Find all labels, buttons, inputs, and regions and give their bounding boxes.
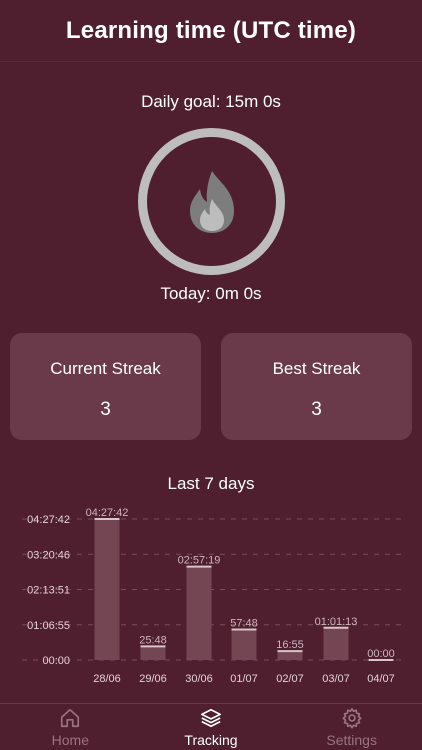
bar (94, 519, 120, 660)
bar (140, 646, 166, 660)
app-header: Learning time (UTC time) (0, 0, 422, 62)
x-tick-label: 30/06 (185, 673, 213, 685)
current-streak-card: Current Streak 3 (10, 333, 201, 440)
data-label: 00:00 (367, 648, 395, 660)
tab-tracking[interactable]: Tracking (141, 704, 282, 750)
data-label: 01:01:13 (315, 616, 358, 628)
data-label: 04:27:42 (86, 507, 129, 519)
x-tick-label: 01/07 (230, 673, 258, 685)
y-tick-label: 01:06:55 (27, 620, 70, 632)
tab-settings[interactable]: Settings (281, 704, 422, 750)
bar (231, 629, 257, 660)
x-tick-label: 28/06 (93, 673, 121, 685)
data-label: 16:55 (276, 639, 304, 651)
today-time-text: Today: 0m 0s (160, 284, 262, 303)
progress-ring (138, 128, 285, 275)
daily-goal-text: Daily goal: 15m 0s (141, 92, 281, 111)
best-streak-value: 3 (311, 399, 322, 420)
best-streak-label: Best Streak (272, 359, 361, 378)
gear-icon (342, 708, 362, 729)
x-tick-label: 04/07 (367, 673, 395, 685)
layers-icon (201, 708, 221, 728)
chart-title: Last 7 days (167, 474, 255, 493)
home-icon (61, 708, 80, 728)
tab-tracking-label: Tracking (184, 732, 238, 748)
data-label: 02:57:19 (178, 555, 221, 567)
current-streak-value: 3 (100, 399, 111, 420)
data-label: 25:48 (139, 634, 167, 646)
page-title: Learning time (UTC time) (65, 16, 357, 44)
last-7-days-chart: 00:00 01:06:55 02:13:51 03:20:46 04:27:42 04:… (22, 507, 404, 685)
best-streak-card: Best Streak 3 (221, 333, 412, 440)
bottom-tab-bar: Home Tracking Settings (0, 703, 422, 750)
tab-home[interactable]: Home (0, 704, 141, 750)
bar (186, 566, 212, 660)
tab-home-label: Home (51, 732, 90, 748)
x-tick-label: 29/06 (139, 673, 167, 685)
flame-icon (189, 170, 234, 233)
bar (277, 651, 303, 660)
bar (323, 627, 349, 660)
current-streak-label: Current Streak (50, 359, 161, 378)
y-tick-label: 04:27:42 (27, 514, 70, 526)
tab-settings-label: Settings (326, 732, 377, 748)
data-label: 57:48 (230, 618, 258, 630)
y-tick-label: 03:20:46 (27, 549, 70, 561)
y-tick-label: 00:00 (42, 655, 70, 667)
x-tick-label: 02/07 (276, 673, 304, 685)
x-tick-label: 03/07 (322, 673, 350, 685)
y-tick-label: 02:13:51 (27, 585, 70, 597)
